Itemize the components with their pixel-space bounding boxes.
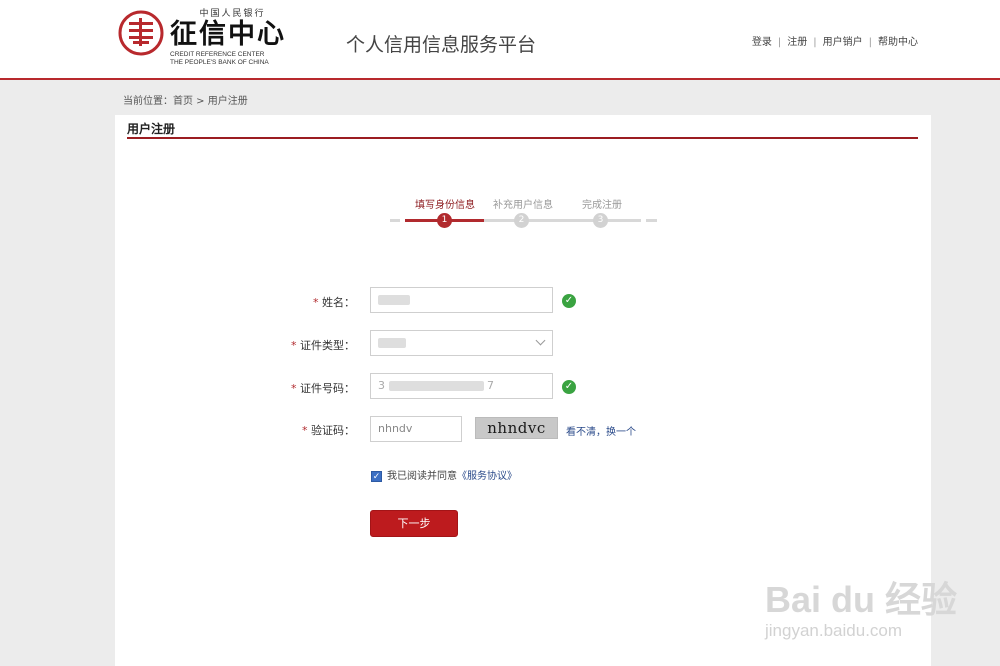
required-mark: * bbox=[291, 382, 300, 395]
captcha-label-text: 验证码： bbox=[311, 424, 355, 437]
step-track-2 bbox=[484, 219, 641, 222]
cancel-account-link[interactable]: 用户销户 bbox=[823, 37, 863, 48]
nav-separator: | bbox=[777, 37, 782, 48]
id-number-label-text: 证件号码： bbox=[300, 382, 355, 395]
next-step-button[interactable]: 下一步 bbox=[370, 510, 458, 537]
id-type-label: * 证件类型： bbox=[265, 337, 355, 353]
register-link[interactable]: 注册 bbox=[787, 37, 807, 48]
logo-en-line1: CREDIT REFERENCE CENTER bbox=[170, 51, 265, 58]
logo-en-line2: THE PEOPLE'S BANK OF CHINA bbox=[170, 59, 269, 66]
breadcrumb-home-link[interactable]: 首页 bbox=[173, 96, 193, 107]
agreement-text: 我已阅读并同意 bbox=[387, 471, 457, 482]
top-nav: 登录 | 注册 | 用户销户 | 帮助中心 bbox=[752, 33, 918, 48]
platform-title: 个人信用信息服务平台 bbox=[346, 34, 537, 56]
pboc-emblem-icon bbox=[118, 10, 164, 56]
nav-separator: | bbox=[868, 37, 872, 48]
name-label: * 姓名： bbox=[265, 294, 355, 310]
check-circle-icon: ✓ bbox=[562, 294, 576, 308]
baidu-jingyan-watermark: Bai du 经验 jingyan.baidu.com bbox=[765, 579, 958, 646]
progress-steps: 填写身份信息 补充用户信息 完成注册 1 2 3 bbox=[390, 193, 657, 233]
breadcrumb: 当前位置：首页 > 用户注册 bbox=[123, 92, 248, 107]
id-number-end: 7 bbox=[487, 379, 494, 392]
redacted-value bbox=[378, 338, 406, 348]
name-label-text: 姓名： bbox=[322, 296, 355, 309]
refresh-captcha-link[interactable]: 看不清，换一个 bbox=[566, 423, 636, 438]
login-link[interactable]: 登录 bbox=[752, 37, 772, 48]
required-mark: * bbox=[313, 296, 322, 309]
site-header: 中国人民银行 征信中心 CREDIT REFERENCE CENTER THE … bbox=[0, 0, 1000, 80]
step-3-label: 完成注册 bbox=[582, 200, 622, 211]
title-divider bbox=[127, 137, 918, 139]
logo-text: 中国人民银行 征信中心 CREDIT REFERENCE CENTER THE … bbox=[170, 6, 295, 67]
step-2-label: 补充用户信息 bbox=[493, 200, 553, 211]
captcha-label: * 验证码： bbox=[265, 422, 355, 438]
step-1-marker: 1 bbox=[437, 213, 452, 228]
id-number-start: 3 bbox=[378, 379, 385, 392]
id-number-input[interactable]: 3 7 bbox=[370, 373, 553, 399]
breadcrumb-separator: > bbox=[193, 96, 208, 107]
name-input[interactable] bbox=[370, 287, 553, 313]
id-type-select[interactable] bbox=[370, 330, 553, 356]
captcha-image[interactable]: nhndvc bbox=[475, 417, 558, 439]
watermark-logo-text: Bai du 经验 bbox=[765, 579, 958, 620]
step-track-end bbox=[646, 219, 657, 222]
watermark-url: jingyan.baidu.com bbox=[765, 621, 903, 640]
required-mark: * bbox=[302, 424, 311, 437]
help-center-link[interactable]: 帮助中心 bbox=[878, 37, 918, 48]
nav-separator: | bbox=[813, 37, 817, 48]
agreement-row: ✓ 我已阅读并同意《服务协议》 bbox=[371, 467, 517, 482]
logo-top-text: 中国人民银行 bbox=[199, 9, 266, 19]
step-track-start bbox=[390, 219, 400, 222]
required-mark: * bbox=[291, 339, 300, 352]
id-number-label: * 证件号码： bbox=[265, 380, 355, 396]
breadcrumb-prefix: 当前位置： bbox=[123, 96, 173, 107]
step-3-marker: 3 bbox=[593, 213, 608, 228]
redacted-value bbox=[388, 381, 484, 391]
breadcrumb-current: 用户注册 bbox=[207, 96, 248, 107]
service-agreement-link[interactable]: 《服务协议》 bbox=[457, 471, 517, 482]
chevron-down-icon bbox=[535, 335, 546, 346]
logo-main-text: 征信中心 bbox=[170, 19, 286, 50]
redacted-value bbox=[378, 295, 410, 305]
check-circle-icon: ✓ bbox=[562, 380, 576, 394]
id-type-label-text: 证件类型： bbox=[300, 339, 355, 352]
step-1-label: 填写身份信息 bbox=[415, 200, 475, 211]
page-title: 用户注册 bbox=[127, 122, 176, 136]
checkbox-checked-icon[interactable]: ✓ bbox=[371, 470, 382, 482]
captcha-input[interactable]: nhndv bbox=[370, 416, 462, 442]
step-2-marker: 2 bbox=[514, 213, 529, 228]
